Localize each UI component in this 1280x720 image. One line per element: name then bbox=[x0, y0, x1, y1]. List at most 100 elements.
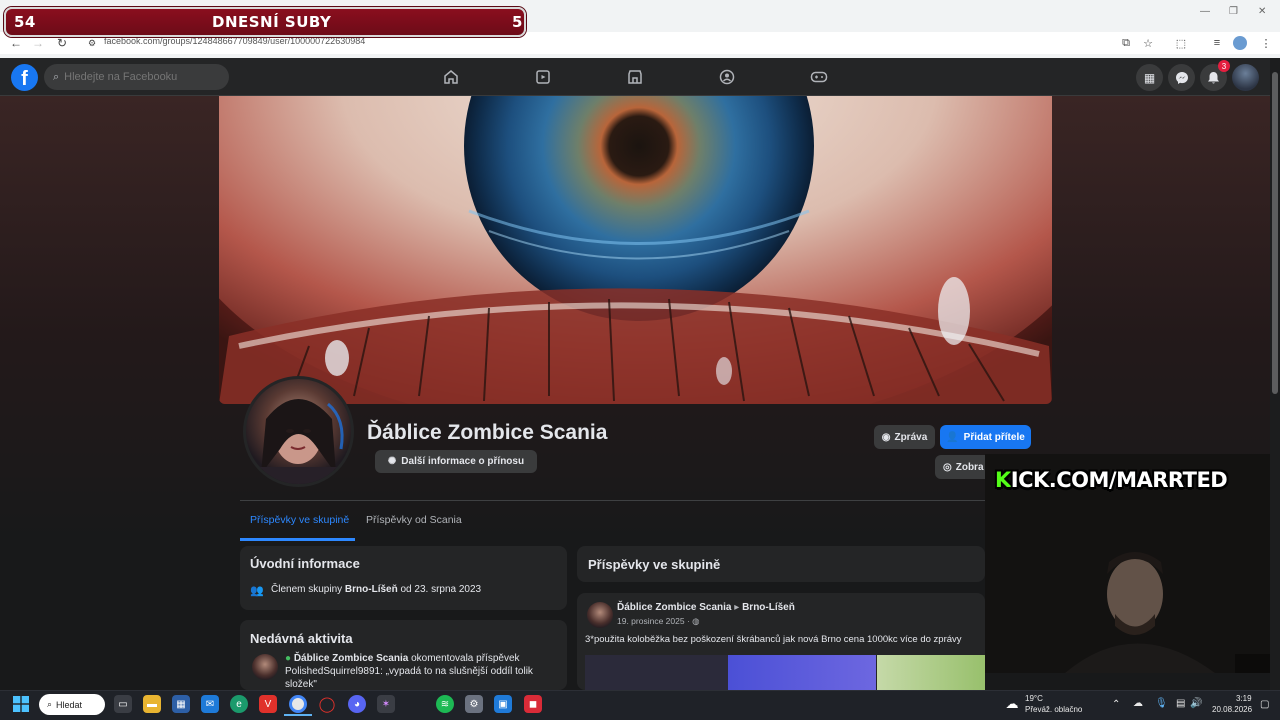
weather-cloud-icon[interactable]: ☁ bbox=[1003, 695, 1021, 713]
account-avatar[interactable] bbox=[1232, 64, 1259, 91]
add-friend-label: Přidat přítele bbox=[963, 431, 1025, 443]
scrollbar-thumb[interactable] bbox=[1272, 72, 1278, 394]
contribution-info-button[interactable]: ✺ Další informace o přínosu bbox=[375, 450, 537, 473]
home-icon[interactable] bbox=[441, 67, 461, 87]
message-button[interactable]: ◉ Zpráva bbox=[874, 425, 935, 449]
activity-avatar[interactable] bbox=[252, 654, 278, 680]
kick-channel-overlay: KICK.COM/MARRTED bbox=[995, 468, 1228, 492]
taskbar-search-label: Hledat bbox=[56, 699, 83, 710]
facebook-search[interactable]: ⌕ bbox=[44, 64, 229, 90]
opera-icon[interactable]: ◯ bbox=[318, 695, 336, 713]
taskbar-search[interactable]: ⌕ Hledat bbox=[39, 694, 105, 715]
facebook-logo-icon[interactable]: f bbox=[11, 64, 38, 91]
video-icon[interactable] bbox=[533, 67, 553, 87]
close-window-icon[interactable]: ✕ bbox=[1258, 6, 1266, 17]
profile-avatar-icon[interactable] bbox=[1233, 36, 1247, 50]
search-icon: ⌕ bbox=[47, 699, 53, 709]
windows-taskbar bbox=[0, 690, 1280, 720]
cover-photo[interactable] bbox=[219, 96, 1052, 404]
subs-right-count: 5 bbox=[512, 13, 523, 31]
mail-icon[interactable]: ✉ bbox=[201, 695, 219, 713]
header-divider bbox=[240, 500, 1030, 501]
messenger-icon: ◉ bbox=[881, 431, 891, 443]
message-button-label: Zpráva bbox=[894, 431, 928, 443]
bookmark-star-icon[interactable]: ☆ bbox=[1140, 35, 1156, 51]
file-explorer-icon[interactable]: ▬ bbox=[143, 695, 161, 713]
kick-logo-letter: K bbox=[995, 468, 1011, 492]
activity-status-icon: ● bbox=[285, 653, 294, 664]
add-person-icon: 👤 bbox=[946, 431, 959, 443]
install-app-icon[interactable]: ⧉ bbox=[1118, 35, 1134, 51]
chrome-icon[interactable] bbox=[289, 695, 307, 713]
add-friend-button[interactable]: 👤 Přidat přítele bbox=[940, 425, 1031, 449]
tab-group-posts[interactable]: Příspěvky ve skupině bbox=[250, 514, 349, 526]
network-icon[interactable]: ▤ bbox=[1176, 698, 1185, 709]
task-view-icon[interactable]: ▭ bbox=[114, 695, 132, 713]
facebook-topbar: f ⌕ ▦ bbox=[0, 58, 1270, 96]
tab-posts-from-scania[interactable]: Příspěvky od Scania bbox=[366, 514, 462, 526]
app-window-icon[interactable]: ▣ bbox=[494, 695, 512, 713]
recent-activity-card: Nedávná aktivita ● Ďáblice Zombice Scani… bbox=[240, 620, 567, 690]
active-tab-indicator bbox=[240, 538, 355, 541]
discord-icon[interactable]: ◕ bbox=[348, 695, 366, 713]
sparkle-icon: ✺ bbox=[387, 456, 397, 467]
arrow-right-icon: ▸ bbox=[731, 602, 743, 613]
gaming-icon[interactable] bbox=[809, 67, 829, 87]
reading-list-icon[interactable]: ≡ bbox=[1209, 35, 1225, 51]
post-image-3[interactable] bbox=[877, 655, 985, 690]
search-icon: ⌕ bbox=[53, 70, 60, 83]
notification-count-badge: 3 bbox=[1218, 60, 1230, 72]
messenger-icon[interactable] bbox=[1168, 64, 1195, 91]
post-card: Ďáblice Zombice Scania ▸ Brno-Líšeň 19. … bbox=[577, 593, 985, 690]
profile-avatar[interactable] bbox=[243, 376, 354, 487]
groups-icon[interactable] bbox=[717, 67, 737, 87]
membership-info: Členem skupiny Brno-Líšeň od 23. srpna 2… bbox=[271, 584, 482, 595]
menu-grid-icon[interactable]: ▦ bbox=[1136, 64, 1163, 91]
url-field[interactable]: facebook.com/groups/124848667709849/user… bbox=[104, 36, 365, 46]
clock-time[interactable]: 3:19 bbox=[1236, 694, 1252, 703]
edge-icon[interactable]: e bbox=[230, 695, 248, 713]
post-group[interactable]: Brno-Líšeň bbox=[742, 602, 795, 613]
creative-app-icon[interactable]: ✶ bbox=[377, 695, 395, 713]
browser-menu-icon[interactable]: ⋮ bbox=[1258, 35, 1274, 51]
activity-line-2[interactable]: PolishedSquirrel9891: „vypadá to na sluš… bbox=[285, 666, 533, 677]
weather-temperature: 19°C bbox=[1025, 694, 1043, 703]
active-app-indicator bbox=[284, 714, 312, 716]
minimize-icon[interactable]: — bbox=[1200, 6, 1210, 17]
microphone-icon[interactable]: 🎙 bbox=[1155, 698, 1168, 709]
members-icon: 👥 bbox=[250, 585, 264, 597]
intro-title: Úvodní informace bbox=[250, 556, 360, 571]
maximize-icon[interactable]: ❐ bbox=[1229, 6, 1238, 17]
activity-line-3: složek" bbox=[285, 679, 317, 690]
globe-icon: ◍ bbox=[692, 616, 700, 626]
post-date[interactable]: 19. prosince 2025 · ◍ bbox=[617, 616, 700, 627]
post-header: Ďáblice Zombice Scania ▸ Brno-Líšeň bbox=[617, 602, 795, 613]
post-author-avatar[interactable] bbox=[587, 602, 613, 628]
posts-header-card: Příspěvky ve skupině bbox=[577, 546, 985, 582]
store-icon[interactable]: ▦ bbox=[172, 695, 190, 713]
post-author[interactable]: Ďáblice Zombice Scania bbox=[617, 602, 732, 613]
membership-group-link[interactable]: Brno-Líšeň bbox=[345, 584, 398, 595]
subs-banner: 54 DNESNÍ SUBY 5 bbox=[4, 7, 526, 37]
post-image-1[interactable] bbox=[585, 655, 728, 690]
marketplace-icon[interactable] bbox=[625, 67, 645, 87]
settings-gear-icon[interactable]: ⚙ bbox=[465, 695, 483, 713]
windows-start-icon[interactable] bbox=[13, 696, 29, 712]
spotify-icon[interactable]: ≋ bbox=[436, 695, 454, 713]
posts-section-title: Příspěvky ve skupině bbox=[588, 557, 721, 572]
chat-app-icon[interactable]: ◼ bbox=[524, 695, 542, 713]
intro-card: Úvodní informace 👥 Členem skupiny Brno-L… bbox=[240, 546, 567, 610]
vivaldi-icon[interactable]: V bbox=[259, 695, 277, 713]
notification-center-icon[interactable]: ▢ bbox=[1260, 699, 1269, 710]
contribution-info-label: Další informace o přínosu bbox=[401, 456, 525, 467]
profile-circle-icon: ◎ bbox=[943, 461, 952, 473]
volume-icon[interactable]: 🔊 bbox=[1190, 698, 1202, 709]
activity-actor[interactable]: Ďáblice Zombice Scania bbox=[294, 653, 409, 664]
clock-date[interactable]: 20.08.2026 bbox=[1212, 705, 1252, 714]
post-image-2[interactable] bbox=[728, 655, 876, 690]
tray-chevron-icon[interactable]: ⌃ bbox=[1112, 699, 1120, 710]
search-input[interactable] bbox=[64, 71, 215, 83]
onedrive-icon[interactable]: ☁ bbox=[1133, 698, 1143, 709]
weather-description: Převáž. oblačno bbox=[1025, 705, 1083, 714]
extensions-icon[interactable]: ⬚ bbox=[1173, 35, 1189, 51]
